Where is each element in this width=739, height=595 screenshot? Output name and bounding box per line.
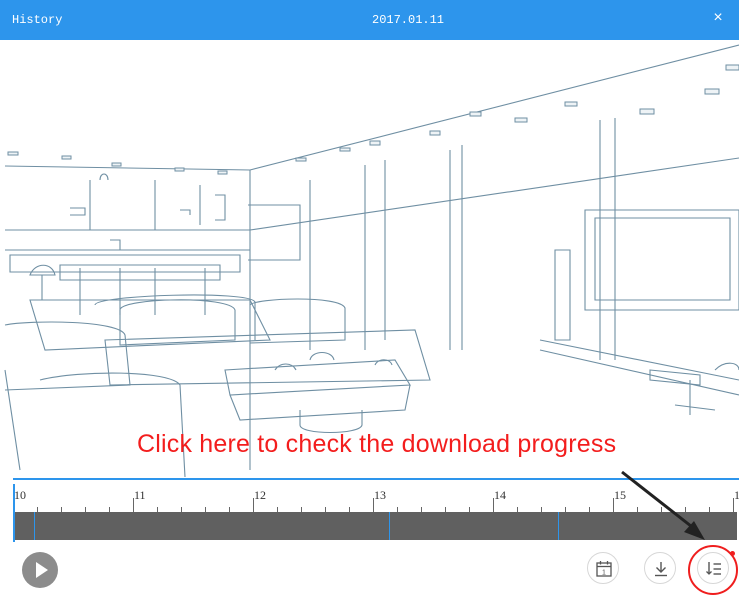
tick-label: 14 (494, 488, 506, 502)
tick-label: 1 (734, 488, 739, 502)
recording-segment-marker (34, 512, 35, 540)
tick-label: 13 (374, 488, 386, 502)
tick-label: 12 (254, 488, 266, 502)
download-button[interactable] (644, 552, 676, 584)
timeline-ruler[interactable]: 10 11 12 13 14 15 1 (13, 484, 739, 512)
play-button[interactable] (22, 552, 58, 588)
playhead[interactable] (13, 484, 15, 542)
tick-label: 11 (134, 488, 146, 502)
calendar-button[interactable]: 1 (587, 552, 619, 584)
window-title: History (12, 13, 63, 27)
recording-segment-marker (389, 512, 390, 540)
title-bar: History 2017.01.11 × (0, 0, 739, 40)
download-progress-hint: Click here to check the download progres… (137, 430, 617, 458)
playback-date: 2017.01.11 (372, 13, 445, 27)
close-button[interactable]: × (708, 8, 728, 28)
calendar-day: 1 (602, 569, 606, 576)
living-room-sketch (4, 44, 739, 477)
calendar-icon: 1 (596, 561, 612, 577)
notification-dot (730, 551, 735, 556)
tick-label: 15 (614, 488, 626, 502)
download-icon (655, 562, 667, 577)
camera-playback-view (0, 40, 739, 477)
playback-controls: 1 (0, 542, 739, 595)
recording-segment-marker (558, 512, 559, 540)
tick-label: 10 (14, 488, 26, 502)
recording-track[interactable] (13, 512, 737, 540)
timeline-top-border (13, 478, 739, 480)
